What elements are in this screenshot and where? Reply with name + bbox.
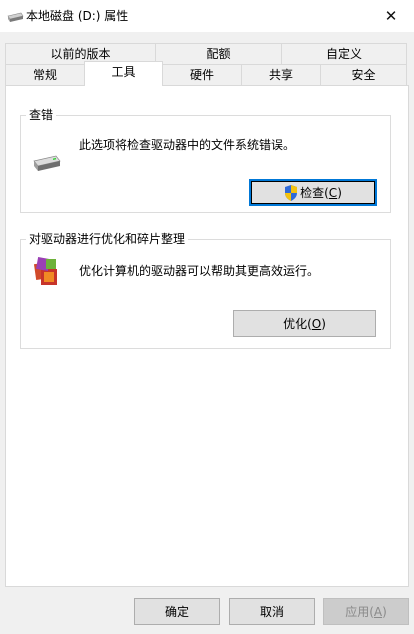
cancel-button[interactable]: 取消 — [229, 598, 315, 625]
error-check-title: 查错 — [26, 107, 57, 123]
close-icon: ✕ — [384, 7, 398, 25]
tab-hardware[interactable]: 硬件 — [162, 64, 242, 85]
tools-panel: 查错 此选项将检查驱动器中的文件系统错误。 检查(C) 对驱动器进行优化和碎片整… — [5, 85, 409, 587]
optimize-group: 对驱动器进行优化和碎片整理 优化计算机的驱动器可以帮助其更高效运行。 优化(O) — [20, 231, 391, 349]
window-title: 本地磁盘 (D:) 属性 — [26, 9, 129, 23]
tab-quota[interactable]: 配额 — [155, 43, 282, 64]
ok-button[interactable]: 确定 — [134, 598, 220, 625]
optimize-title: 对驱动器进行优化和碎片整理 — [26, 231, 189, 247]
optimize-button[interactable]: 优化(O) — [233, 310, 376, 337]
defrag-icon — [33, 257, 57, 285]
check-button[interactable]: 检查(C) — [249, 179, 377, 206]
drive-icon — [33, 155, 61, 171]
uac-shield-icon — [285, 184, 298, 201]
optimize-description: 优化计算机的驱动器可以帮助其更高效运行。 — [79, 264, 320, 278]
error-check-description: 此选项将检查驱动器中的文件系统错误。 — [79, 138, 296, 152]
tab-customize[interactable]: 自定义 — [281, 43, 407, 64]
tab-security[interactable]: 安全 — [320, 64, 407, 85]
drive-icon — [7, 12, 24, 22]
tab-sharing[interactable]: 共享 — [241, 64, 321, 85]
apply-button[interactable]: 应用(A) — [323, 598, 409, 625]
close-button[interactable]: ✕ — [368, 0, 414, 32]
tab-tools[interactable]: 工具 — [84, 61, 163, 86]
title-bar: 本地磁盘 (D:) 属性 ✕ — [0, 0, 414, 32]
tab-general[interactable]: 常规 — [5, 64, 85, 85]
error-check-group: 查错 此选项将检查驱动器中的文件系统错误。 检查(C) — [20, 107, 391, 213]
